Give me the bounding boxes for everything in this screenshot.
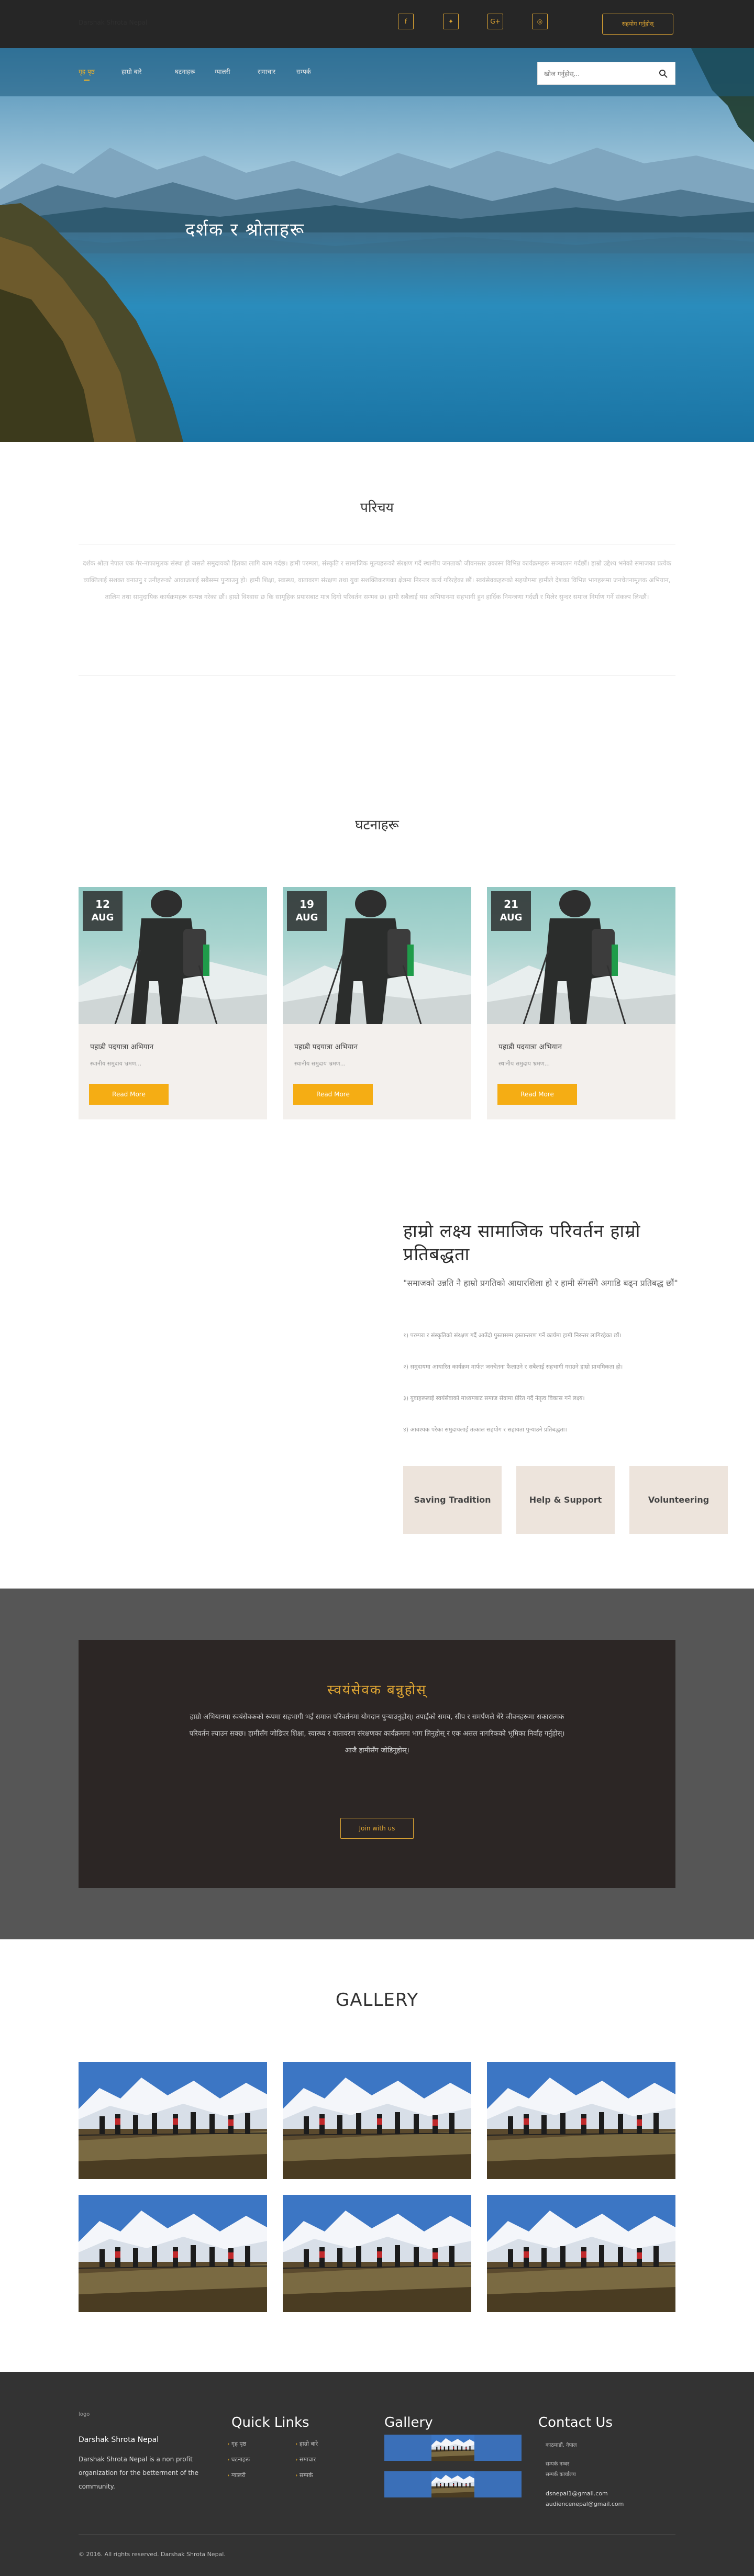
hero-landscape-image	[0, 48, 754, 442]
event-subtitle: स्थानीय समुदाय भ्रमण...	[90, 1060, 142, 1067]
event-date: 12 AUG	[83, 891, 123, 931]
footer-gallery-title: Gallery	[384, 2415, 433, 2430]
event-image[interactable]: 19 AUG	[283, 887, 471, 1024]
event-date: 21 AUG	[491, 891, 531, 931]
mission-point: २) समुदायमा आधारित कार्यक्रम मार्फत जनचे…	[403, 1363, 623, 1370]
contact-office: सम्पर्क कार्यालय	[546, 2472, 576, 2478]
footer-divider	[79, 2534, 675, 2535]
brand-name[interactable]: Darshak Shrota Nepal	[79, 19, 147, 26]
gallery-image[interactable]	[487, 2062, 675, 2179]
footer-logo[interactable]: logo	[79, 2412, 99, 2420]
contact-address: काठमाडौं, नेपाल	[546, 2442, 577, 2448]
gallery-image[interactable]	[283, 2062, 471, 2179]
event-image[interactable]: 21 AUG	[487, 887, 675, 1024]
mission-point: ३) युवाहरूलाई स्वयंसेवाको माध्यमबाट समाज…	[403, 1395, 585, 1402]
mission-title: हाम्रो लक्ष्य सामाजिक परिवर्तन हाम्रो प्…	[403, 1221, 641, 1265]
hero-banner: गृह पृष्ठ हाम्रो बारे घटनाहरू ग्यालरी सम…	[0, 48, 754, 442]
event-card[interactable]: 21 AUG पहाडी पदयात्रा अभियान स्थानीय समु…	[487, 887, 675, 1119]
event-subtitle: स्थानीय समुदाय भ्रमण...	[498, 1060, 550, 1067]
contact-email[interactable]: dsnepal1@gmail.com	[546, 2488, 608, 2500]
footer-link[interactable]: हाम्रो बारे	[295, 2440, 318, 2448]
event-day: 12	[95, 898, 110, 911]
read-more-button[interactable]: Read More	[89, 1084, 169, 1105]
value-saving-tradition[interactable]: Saving Tradition	[403, 1466, 502, 1534]
about-title: परिचय	[360, 500, 394, 516]
instagram-icon[interactable]: ◎	[532, 14, 548, 29]
main-navbar: गृह पृष्ठ हाम्रो बारे घटनाहरू ग्यालरी सम…	[0, 48, 754, 96]
copyright: © 2016. All rights reserved. Darshak Shr…	[79, 2551, 226, 2558]
read-more-button[interactable]: Read More	[497, 1084, 577, 1105]
about-text: दर्शक श्रोता नेपाल एक गैर-नाफामूलक संस्थ…	[83, 560, 671, 601]
gallery-image[interactable]	[79, 2195, 267, 2312]
nav-gallery[interactable]: ग्यालरी	[215, 67, 230, 76]
event-title[interactable]: पहाडी पदयात्रा अभियान	[498, 1042, 562, 1052]
event-title[interactable]: पहाडी पदयात्रा अभियान	[294, 1042, 358, 1052]
value-help-support[interactable]: Help & Support	[516, 1466, 615, 1534]
value-volunteering[interactable]: Volunteering	[629, 1466, 728, 1534]
footer-link[interactable]: घटनाहरू	[227, 2456, 250, 2463]
nav-contact[interactable]: सम्पर्क	[296, 67, 311, 76]
volunteer-box: स्वयंसेवक बन्नुहोस् हाम्रो अभियानमा स्वय…	[79, 1640, 675, 1888]
donate-button[interactable]: सहयोग गर्नुहोस्	[602, 14, 673, 35]
facebook-icon[interactable]: f	[398, 14, 414, 29]
nav-news[interactable]: समाचार	[258, 67, 275, 76]
event-month: AUG	[500, 912, 523, 923]
join-button[interactable]: Join with us	[340, 1818, 414, 1839]
event-day: 19	[300, 898, 314, 911]
events-title: घटनाहरू	[355, 817, 399, 833]
volunteer-title: स्वयंसेवक बन्नुहोस्	[327, 1682, 427, 1698]
hero-title: दर्शक र श्रोताहरू	[185, 219, 305, 240]
contact-email[interactable]: audiencenepal@gmail.com	[546, 2499, 624, 2510]
event-image[interactable]: 12 AUG	[79, 887, 267, 1024]
footer-org-name: Darshak Shrota Nepal	[79, 2436, 159, 2444]
footer-link[interactable]: सम्पर्क	[295, 2471, 313, 2479]
footer-link[interactable]: ग्यालरी	[227, 2471, 246, 2479]
gallery-image[interactable]	[283, 2195, 471, 2312]
read-more-button[interactable]: Read More	[293, 1084, 373, 1105]
contact-phone: सम्पर्क नम्बर	[546, 2461, 570, 2467]
mission-point: १) परम्परा र संस्कृतिको संरक्षण गर्दै आउ…	[403, 1332, 622, 1339]
event-month: AUG	[91, 912, 114, 923]
footer-org-desc: Darshak Shrota Nepal is a non profit org…	[79, 2456, 199, 2490]
search-box	[537, 62, 675, 85]
top-bar: Darshak Shrota Nepal f ✦ G+ ◎ सहयोग गर्न…	[0, 0, 754, 48]
mission-quote: "समाजको उन्नति नै हाम्रो प्रगतिको आधारशि…	[403, 1278, 678, 1288]
event-subtitle: स्थानीय समुदाय भ्रमण...	[294, 1060, 346, 1067]
quick-links-title: Quick Links	[231, 2415, 309, 2430]
event-title[interactable]: पहाडी पदयात्रा अभियान	[90, 1042, 153, 1052]
event-day: 21	[504, 898, 518, 911]
event-card[interactable]: 12 AUG पहाडी पदयात्रा अभियान स्थानीय समु…	[79, 887, 267, 1119]
nav-home[interactable]: गृह पृष्ठ	[79, 67, 95, 81]
about-bottom-divider	[79, 675, 675, 676]
footer-link[interactable]: गृह पृष्ठ	[227, 2440, 246, 2448]
mission-point: ४) आवश्यक परेका समुदायलाई तत्काल सहयोग र…	[403, 1426, 567, 1433]
event-month: AUG	[295, 912, 318, 923]
event-date: 19 AUG	[287, 891, 327, 931]
gallery-title: GALLERY	[335, 1990, 419, 2011]
gallery-image[interactable]	[487, 2195, 675, 2312]
gallery-image[interactable]	[79, 2062, 267, 2179]
volunteer-text: हाम्रो अभियानमा स्वयंसेवकको रूपमा सहभागी…	[189, 1713, 565, 1755]
footer-gallery-image[interactable]	[384, 2471, 522, 2497]
search-input[interactable]	[544, 68, 654, 80]
footer-gallery-image[interactable]	[384, 2435, 522, 2461]
search-icon[interactable]	[658, 69, 669, 79]
footer-link[interactable]: समाचार	[295, 2456, 316, 2463]
event-card[interactable]: 19 AUG पहाडी पदयात्रा अभियान स्थानीय समु…	[283, 887, 471, 1119]
nav-events[interactable]: घटनाहरू	[175, 67, 195, 76]
twitter-icon[interactable]: ✦	[443, 14, 459, 29]
nav-about[interactable]: हाम्रो बारे	[121, 67, 141, 76]
google-plus-icon[interactable]: G+	[487, 14, 503, 29]
contact-title: Contact Us	[538, 2415, 613, 2430]
footer: logo Darshak Shrota Nepal Darshak Shrota…	[0, 2372, 754, 2576]
